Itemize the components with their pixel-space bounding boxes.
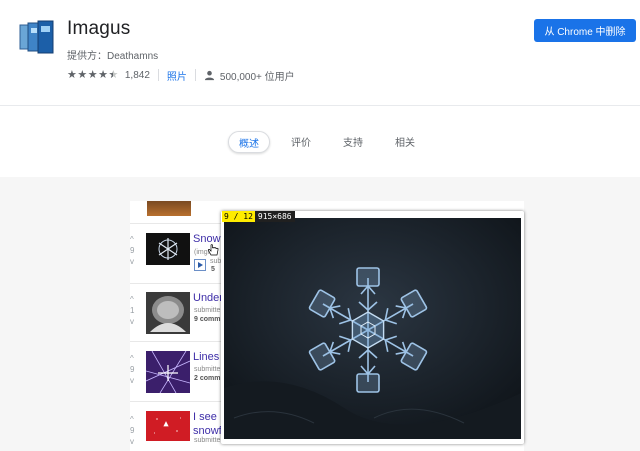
- post-title[interactable]: Lines: [193, 351, 219, 363]
- thumbnail: [146, 411, 190, 441]
- imagus-popup[interactable]: [221, 211, 524, 444]
- post-submitted: submitte: [194, 307, 221, 314]
- rating-count[interactable]: 1,842: [125, 70, 150, 81]
- divider: [157, 69, 159, 81]
- post-submitted: submitte: [194, 437, 221, 444]
- extension-name: Imagus: [67, 18, 131, 39]
- post-comments[interactable]: 2 comm: [194, 375, 220, 382]
- post-comments[interactable]: 5: [211, 266, 215, 273]
- star-icon: ★: [98, 68, 108, 81]
- imagus-logo-icon: [19, 20, 54, 54]
- tab-reviews[interactable]: 评价: [286, 131, 316, 151]
- thumbnail: [147, 201, 191, 216]
- rating-stars[interactable]: ★ ★ ★ ★ ★: [67, 68, 119, 81]
- play-icon[interactable]: [194, 259, 206, 271]
- image-dimensions: 915×686: [254, 211, 295, 222]
- post-title[interactable]: Under: [193, 292, 223, 304]
- star-icon: ★: [87, 68, 98, 81]
- half-star-icon: ★: [109, 69, 119, 81]
- gallery-position: 9 / 12: [222, 211, 255, 222]
- remove-from-chrome-button[interactable]: 从 Chrome 中删除: [534, 19, 636, 42]
- post-comments[interactable]: 9 comm: [194, 316, 220, 323]
- users-icon: [204, 70, 214, 80]
- divider: [194, 69, 196, 81]
- users-count: 500,000+ 位用户: [219, 71, 295, 83]
- post-title[interactable]: I see: [193, 411, 217, 423]
- thumbnail: [146, 292, 190, 334]
- vote-arrows: ^ 9 v: [130, 235, 135, 266]
- post-submitted: submitte: [194, 366, 221, 373]
- header-divider: [0, 105, 640, 106]
- vote-arrows: ^ 1 v: [130, 295, 135, 326]
- photos-link[interactable]: 照片: [167, 68, 187, 83]
- provider-text: 提供方：Deathamns: [67, 51, 159, 62]
- star-icon: ★: [67, 68, 77, 81]
- post-title-continued[interactable]: snowf: [193, 425, 222, 437]
- tab-overview[interactable]: 概述: [228, 131, 270, 153]
- vote-arrows: ^ 9 v: [130, 415, 135, 446]
- tab-related[interactable]: 相关: [390, 131, 420, 151]
- hand-cursor-icon: [208, 244, 219, 256]
- snowflake-image: [224, 218, 521, 439]
- star-icon: ★: [77, 68, 88, 81]
- meta-row: ★ ★ ★ ★ ★ 1,842 照片 500,000+ 位用户: [67, 68, 295, 83]
- tab-support[interactable]: 支持: [338, 131, 368, 151]
- vote-arrows: ^ 9 v: [130, 354, 135, 385]
- thumbnail: [146, 233, 190, 265]
- thumbnail: [146, 351, 190, 393]
- image-counter: 9 / 12 915×686: [222, 211, 295, 222]
